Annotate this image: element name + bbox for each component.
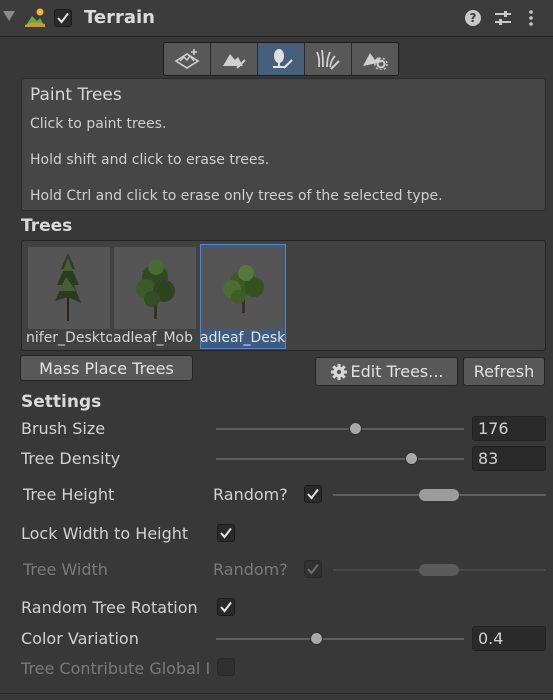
tree-width-random-label: Random? bbox=[213, 560, 288, 579]
terrain-gear-icon bbox=[363, 53, 388, 70]
component-enabled-checkbox[interactable] bbox=[54, 9, 72, 27]
gear-icon bbox=[330, 363, 347, 380]
trees-heading: Trees bbox=[21, 216, 73, 236]
component-header: Terrain ? bbox=[0, 0, 553, 37]
tree-prototype-list: nifer_Deskto adleaf_Mob adleaf_Desk bbox=[21, 240, 546, 351]
color-variation-label: Color Variation bbox=[21, 629, 139, 648]
help-icon[interactable]: ? bbox=[465, 10, 481, 26]
tree-height-random-checkbox[interactable] bbox=[304, 485, 322, 503]
tree-contribute-gi-label: Tree Contribute Global Illumination bbox=[21, 659, 211, 678]
tree-width-range-handle bbox=[419, 564, 459, 576]
terrain-brush-icon bbox=[223, 54, 246, 69]
broadleaf-tree-icon bbox=[136, 259, 175, 319]
tree-thumbnail-broadleaf-mobile[interactable] bbox=[114, 247, 196, 329]
refresh-button[interactable]: Refresh bbox=[463, 357, 545, 386]
edit-trees-label: Edit Trees... bbox=[350, 362, 444, 381]
brush-size-slider-track[interactable] bbox=[216, 428, 464, 430]
lock-width-checkbox[interactable] bbox=[217, 524, 235, 542]
color-variation-field[interactable]: 0.4 bbox=[472, 626, 546, 651]
random-rotation-label: Random Tree Rotation bbox=[21, 598, 198, 617]
color-variation-slider-thumb[interactable] bbox=[310, 632, 323, 645]
divider bbox=[0, 693, 553, 694]
tree-density-slider-thumb[interactable] bbox=[405, 452, 418, 465]
tree-density-field[interactable]: 83 bbox=[472, 446, 546, 471]
settings-heading: Settings bbox=[21, 392, 102, 412]
tree-name-broadleaf-desktop: adleaf_Desk bbox=[200, 330, 286, 346]
grass-brush-icon bbox=[316, 49, 340, 70]
tool-terrain-settings[interactable] bbox=[352, 43, 398, 75]
edit-trees-button[interactable]: Edit Trees... bbox=[315, 357, 458, 386]
tree-height-label: Tree Height bbox=[23, 485, 115, 504]
help-line-2: Hold shift and click to erase trees. bbox=[30, 152, 270, 168]
tree-name-conifer: nifer_Deskto bbox=[26, 330, 112, 346]
tool-paint-trees[interactable] bbox=[258, 43, 305, 75]
tree-width-label: Tree Width bbox=[23, 560, 108, 579]
terrain-tool-toolbar bbox=[163, 42, 399, 76]
lock-width-label: Lock Width to Height bbox=[21, 524, 189, 543]
tree-density-label: Tree Density bbox=[21, 449, 121, 468]
tree-width-random-checkbox bbox=[304, 560, 322, 578]
paint-trees-help-box: Paint Trees Click to paint trees. Hold s… bbox=[21, 78, 546, 211]
conifer-tree-icon bbox=[55, 253, 81, 321]
tree-density-slider-track[interactable] bbox=[216, 458, 464, 460]
tree-thumbnail-broadleaf-desktop[interactable] bbox=[202, 247, 284, 329]
brush-size-label: Brush Size bbox=[21, 419, 106, 438]
tree-name-broadleaf-mobile: adleaf_Mob bbox=[113, 330, 194, 346]
terrain-icon bbox=[24, 8, 46, 28]
presets-icon[interactable] bbox=[494, 10, 512, 26]
tree-height-random-label: Random? bbox=[213, 485, 288, 504]
more-options-icon[interactable] bbox=[528, 9, 534, 27]
help-title: Paint Trees bbox=[30, 85, 122, 105]
tool-paint-details[interactable] bbox=[305, 43, 352, 75]
brush-size-slider-thumb[interactable] bbox=[349, 422, 362, 435]
mass-place-trees-button[interactable]: Mass Place Trees bbox=[20, 355, 193, 381]
tool-paint-terrain[interactable] bbox=[211, 43, 258, 75]
terrain-plus-icon bbox=[174, 49, 200, 69]
component-title: Terrain bbox=[84, 7, 155, 28]
random-rotation-checkbox[interactable] bbox=[217, 598, 235, 616]
tree-contribute-gi-checkbox bbox=[217, 658, 235, 676]
tree-brush-icon bbox=[273, 49, 293, 69]
help-line-1: Click to paint trees. bbox=[30, 116, 167, 132]
help-line-3: Hold Ctrl and click to erase only trees … bbox=[30, 188, 443, 204]
foldout-arrow-icon[interactable] bbox=[3, 11, 15, 21]
color-variation-slider-track[interactable] bbox=[216, 638, 464, 640]
tree-height-range-handle[interactable] bbox=[419, 489, 459, 501]
tree-thumbnail-conifer[interactable] bbox=[28, 247, 110, 329]
brush-size-field[interactable]: 176 bbox=[472, 416, 546, 441]
tool-create-neighbor-terrains[interactable] bbox=[164, 43, 211, 75]
broadleaf-tree-icon bbox=[223, 265, 264, 313]
